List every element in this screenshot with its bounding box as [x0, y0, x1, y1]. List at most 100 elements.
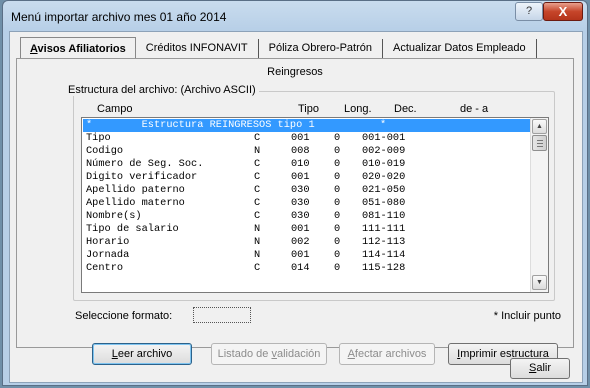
tab-creditos-infonavit[interactable]: Créditos INFONAVIT [136, 39, 259, 59]
thumb-grip-line [537, 143, 543, 144]
cell-dec: 0 [334, 184, 341, 196]
cell-long: 014 [291, 262, 310, 274]
button-label-rest: eer archivo [117, 348, 173, 360]
cell-range: 010-019 [362, 158, 406, 170]
cell-tipo: C [254, 197, 261, 209]
cell-range: 112-113 [362, 236, 406, 248]
cell-long: 002 [291, 236, 310, 248]
cell-range: 001-001 [362, 132, 406, 144]
vertical-scrollbar[interactable]: ▲ ▼ [530, 118, 548, 292]
cell-campo: Digito verificador [86, 171, 198, 183]
cell-range: 020-020 [362, 171, 406, 183]
table-row[interactable]: Nombre(s) C 030 0 081-110 [83, 210, 530, 223]
table-row[interactable]: Apellido paterno C 030 0 021-050 [83, 184, 530, 197]
cell-tipo: C [254, 184, 261, 196]
scroll-up-arrow-icon[interactable]: ▲ [532, 119, 547, 134]
button-label-rest: alir [536, 362, 551, 374]
cell-long: 030 [291, 210, 310, 222]
column-header-long: Long. [344, 103, 372, 115]
cell-campo: * Estructura REINGRESOS tipo 1 [86, 119, 315, 131]
cell-dec: 0 [334, 223, 341, 235]
afectar-archivos-button[interactable]: Afectar archivos [339, 343, 435, 365]
column-header-tipo: Tipo [298, 103, 319, 115]
column-header-campo: Campo [97, 103, 133, 115]
tab-panel: Reingresos Estructura del archivo: (Arch… [16, 58, 574, 365]
tab-label-rest: visos Afiliatorios [37, 43, 126, 55]
tab-poliza-obrero-patron[interactable]: Póliza Obrero-Patrón [259, 39, 383, 59]
table-row[interactable]: Tipo C 001 0 001-001 [83, 132, 530, 145]
table-row[interactable]: Digito verificador C 001 0 020-020 [83, 171, 530, 184]
client-area: Avisos Afiliatorios Créditos INFONAVIT P… [9, 31, 583, 383]
scroll-thumb[interactable] [532, 135, 547, 151]
cell-campo: Nombre(s) [86, 210, 142, 222]
cell-long: 010 [291, 158, 310, 170]
cell-range: 021-050 [362, 184, 406, 196]
tab-actualizar-datos-empleado[interactable]: Actualizar Datos Empleado [383, 39, 537, 59]
cell-dec: 0 [334, 145, 341, 157]
cell-campo: Tipo de salario [86, 223, 179, 235]
cell-tipo: N [254, 249, 261, 261]
title-bar[interactable]: Menú importar archivo mes 01 año 2014 ? … [3, 1, 587, 31]
help-button[interactable]: ? [515, 2, 543, 21]
cell-dec: 0 [334, 262, 341, 274]
section-title: Reingresos [267, 66, 323, 78]
cell-tipo: N [254, 223, 261, 235]
structure-label: Estructura del archivo: (Archivo ASCII) [65, 84, 259, 96]
thumb-grip-line [537, 146, 543, 147]
structure-listbox[interactable]: * Estructura REINGRESOS tipo 1 * Tipo C 001 0… [81, 117, 549, 293]
cell-range: 111-111 [362, 223, 406, 235]
table-row[interactable]: Jornada N 001 0 114-114 [83, 249, 530, 262]
cell-tipo: C [254, 132, 261, 144]
cell-campo: Apellido paterno [86, 184, 185, 196]
cell-long: 001 [291, 171, 310, 183]
cell-long: 008 [291, 145, 310, 157]
cell-range: 002-009 [362, 145, 406, 157]
format-selector[interactable] [193, 307, 251, 323]
table-row[interactable]: Tipo de salario N 001 0 111-111 [83, 223, 530, 236]
incluir-punto-label: * Incluir punto [493, 310, 561, 322]
cell-dec: 0 [334, 158, 341, 170]
cell-tipo: N [254, 236, 261, 248]
close-button[interactable]: X [543, 2, 583, 21]
cell-campo: Horario [86, 236, 130, 248]
cell-campo: Número de Seg. Soc. [86, 158, 204, 170]
table-row[interactable]: * Estructura REINGRESOS tipo 1 * [83, 119, 530, 132]
cell-dec: 0 [334, 171, 341, 183]
cell-range: 051-080 [362, 197, 406, 209]
table-row[interactable]: Apellido materno C 030 0 051-080 [83, 197, 530, 210]
listado-validacion-button[interactable]: Listado de validación [211, 343, 327, 365]
cell-tipo: C [254, 262, 261, 274]
cell-campo: Centro [86, 262, 124, 274]
cell-campo: Jornada [86, 249, 130, 261]
button-label-rest: fectar archivos [354, 348, 427, 360]
salir-button[interactable]: Salir [510, 358, 570, 379]
cell-range: 115-128 [362, 262, 406, 274]
cell-range: 081-110 [362, 210, 406, 222]
cell-dec: 0 [334, 132, 341, 144]
cell-range: * [380, 119, 387, 131]
tab-avisos-afiliatorios[interactable]: Avisos Afiliatorios [20, 37, 136, 59]
cell-long: 001 [291, 249, 310, 261]
format-label: Seleccione formato: [75, 310, 173, 322]
button-label-rest: alidación [276, 348, 321, 360]
cell-long: 030 [291, 184, 310, 196]
cell-dec: 0 [334, 249, 341, 261]
cell-long: 001 [291, 132, 310, 144]
table-row[interactable]: Codigo N 008 0 002-009 [83, 145, 530, 158]
scroll-down-arrow-icon[interactable]: ▼ [532, 275, 547, 290]
table-row[interactable]: Horario N 002 0 112-113 [83, 236, 530, 249]
cell-long: 030 [291, 197, 310, 209]
thumb-grip-line [537, 140, 543, 141]
leer-archivo-button[interactable]: Leer archivo [92, 343, 192, 365]
cell-long: 001 [291, 223, 310, 235]
cell-tipo: N [254, 145, 261, 157]
cell-dec: 0 [334, 236, 341, 248]
table-row[interactable]: Número de Seg. Soc. C 010 0 010-019 [83, 158, 530, 171]
cell-campo: Codigo [86, 145, 124, 157]
table-row[interactable]: Centro C 014 0 115-128 [83, 262, 530, 275]
cell-dec: 0 [334, 210, 341, 222]
dialog-window: Menú importar archivo mes 01 año 2014 ? … [2, 0, 588, 386]
tab-strip: Avisos Afiliatorios Créditos INFONAVIT P… [20, 37, 537, 59]
window-title: Menú importar archivo mes 01 año 2014 [11, 10, 227, 24]
column-header-range: de - a [460, 103, 489, 115]
